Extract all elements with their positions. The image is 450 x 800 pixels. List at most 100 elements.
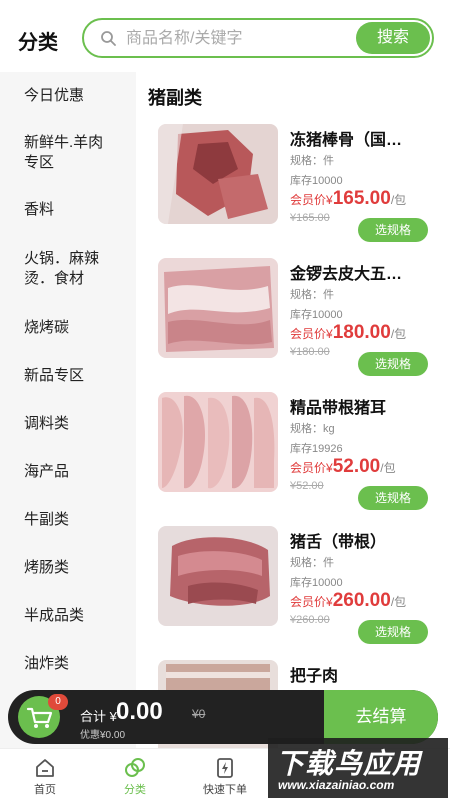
- search-button[interactable]: 搜索: [356, 22, 430, 54]
- product-list-panel: 猪副类 冻猪棒骨（国… 规格：件 库存10000 会员价¥165.00/包 ¥1…: [136, 72, 450, 748]
- product-stock: 库存19926: [290, 443, 343, 455]
- product-name[interactable]: 精品带根猪耳: [290, 394, 440, 418]
- product-stock: 库存10000: [290, 309, 343, 321]
- total-price: 0.00: [116, 698, 163, 725]
- original-price: ¥165.00: [290, 212, 330, 224]
- product-name[interactable]: 把子肉: [290, 662, 440, 686]
- cart-bar: 0 合计 ¥ 0.00 ¥0 优惠¥0.00 去结算: [8, 690, 438, 744]
- product-spec: 规格：件: [290, 557, 334, 569]
- sidebar-item-label: 新品专区: [24, 367, 85, 384]
- product-stock: 库存10000: [290, 577, 343, 589]
- search-bar[interactable]: 搜索: [82, 18, 434, 58]
- discount-amount: 优惠¥0.00: [80, 730, 126, 741]
- header: 分类 搜索: [0, 0, 450, 72]
- original-price: ¥52.00: [290, 480, 324, 492]
- product-card[interactable]: 冻猪棒骨（国… 规格：件 库存10000 会员价¥165.00/包 ¥165.0…: [158, 124, 448, 250]
- sidebar-item-hotpot[interactable]: 火锅．麻辣烫．食材: [0, 234, 136, 304]
- product-name[interactable]: 金锣去皮大五…: [290, 260, 440, 284]
- member-price-label: 会员价¥: [290, 327, 333, 341]
- sidebar-item-label: 烤肠类: [24, 559, 70, 576]
- tab-quick-order[interactable]: 快速下单: [180, 749, 270, 800]
- product-image[interactable]: [158, 392, 278, 492]
- product-price-row: 会员价¥52.00/包: [290, 456, 396, 478]
- product-image[interactable]: [158, 124, 278, 224]
- sidebar-item-label: 新鲜牛.羊肉专区: [24, 134, 104, 171]
- member-price-label: 会员价¥: [290, 193, 333, 207]
- tab-label: 首页: [34, 784, 56, 796]
- sidebar-item-fried[interactable]: 油炸类: [0, 640, 136, 688]
- sidebar-item-beef-mutton[interactable]: 新鲜牛.羊肉专区: [0, 120, 136, 186]
- pork-belly-image: [158, 258, 278, 358]
- product-stock: 库存10000: [290, 175, 343, 187]
- search-icon: [101, 31, 116, 46]
- price-unit: /包: [380, 461, 396, 475]
- member-price: 52.00: [332, 456, 381, 477]
- sidebar-item-label: 牛副类: [24, 511, 70, 528]
- tab-label: 快速下单: [203, 784, 247, 796]
- sidebar-item-label: 调料类: [24, 415, 70, 432]
- price-unit: /包: [390, 595, 407, 609]
- sidebar-item-new-products[interactable]: 新品专区: [0, 352, 136, 400]
- sidebar-item-sausages[interactable]: 烤肠类: [0, 544, 136, 592]
- total-label: 合计 ¥: [80, 709, 117, 724]
- price-unit: /包: [390, 193, 407, 207]
- product-spec: 规格：件: [290, 155, 334, 167]
- tab-label: 分类: [124, 784, 146, 796]
- product-price-row: 会员价¥180.00/包: [290, 322, 406, 344]
- sidebar-item-seafood[interactable]: 海产品: [0, 448, 136, 496]
- product-image[interactable]: [158, 258, 278, 358]
- product-spec: 规格：kg: [290, 423, 335, 435]
- sidebar-item-today-deals[interactable]: 今日优惠: [0, 72, 136, 120]
- home-icon: [36, 759, 54, 777]
- page-title: 分类: [18, 32, 58, 54]
- cart-count-badge: 0: [48, 694, 68, 710]
- sidebar-item-label: 今日优惠: [24, 87, 85, 104]
- watermark-title: 下载鸟应用: [276, 748, 422, 779]
- sidebar-item-label: 油炸类: [24, 655, 70, 672]
- select-spec-button[interactable]: 选规格: [358, 218, 428, 242]
- sidebar-item-beef-offal[interactable]: 牛副类: [0, 496, 136, 544]
- tab-category[interactable]: 分类: [90, 749, 180, 800]
- category-title: 猪副类: [148, 88, 202, 108]
- member-price: 165.00: [332, 188, 391, 209]
- product-name[interactable]: 冻猪棒骨（国…: [290, 126, 440, 150]
- select-spec-button[interactable]: 选规格: [358, 352, 428, 376]
- product-card[interactable]: 猪舌（带根） 规格：件 库存10000 会员价¥260.00/包 ¥260.00…: [158, 526, 448, 652]
- product-card[interactable]: 精品带根猪耳 规格：kg 库存19926 会员价¥52.00/包 ¥52.00 …: [158, 392, 448, 518]
- original-price: ¥260.00: [290, 614, 330, 626]
- original-total: ¥0: [192, 707, 206, 721]
- sidebar-item-label: 香料: [24, 201, 55, 218]
- product-price-row: 会员价¥165.00/包: [290, 188, 406, 210]
- sidebar-item-label: 烧烤碳: [24, 319, 70, 336]
- product-image[interactable]: [158, 526, 278, 626]
- category-icon: [125, 758, 145, 777]
- sidebar-item-label: 半成品类: [24, 607, 85, 624]
- select-spec-button[interactable]: 选规格: [358, 620, 428, 644]
- product-card[interactable]: 金锣去皮大五… 规格：件 库存10000 会员价¥180.00/包 ¥180.0…: [158, 258, 448, 384]
- pork-tongue-image: [158, 526, 278, 626]
- pig-ear-image: [158, 392, 278, 492]
- sidebar-item-label: 火锅．麻辣烫．食材: [24, 250, 100, 287]
- quick-order-icon: [217, 758, 233, 778]
- sidebar-item-semi-finished[interactable]: 半成品类: [0, 592, 136, 640]
- product-spec: 规格：件: [290, 289, 334, 301]
- frozen-pork-image: [158, 124, 278, 224]
- tab-home[interactable]: 首页: [0, 749, 90, 800]
- product-price-row: 会员价¥260.00/包: [290, 590, 406, 612]
- product-name[interactable]: 猪舌（带根）: [290, 528, 440, 552]
- member-price: 180.00: [332, 322, 391, 343]
- member-price-label: 会员价¥: [290, 461, 333, 475]
- sidebar-item-spices[interactable]: 香料: [0, 186, 136, 234]
- sidebar-item-charcoal[interactable]: 烧烤碳: [0, 304, 136, 352]
- price-unit: /包: [390, 327, 407, 341]
- search-input[interactable]: [126, 28, 346, 50]
- checkout-button[interactable]: 去结算: [324, 690, 438, 744]
- member-price: 260.00: [332, 590, 391, 611]
- category-sidebar: 今日优惠 新鲜牛.羊肉专区 香料 火锅．麻辣烫．食材 烧烤碳 新品专区 调料类 …: [0, 72, 136, 748]
- original-price: ¥180.00: [290, 346, 330, 358]
- watermark: 下载鸟应用 www.xiazainiao.com: [268, 738, 448, 798]
- sidebar-item-label: 海产品: [24, 463, 70, 480]
- select-spec-button[interactable]: 选规格: [358, 486, 428, 510]
- sidebar-item-seasonings[interactable]: 调料类: [0, 400, 136, 448]
- member-price-label: 会员价¥: [290, 595, 333, 609]
